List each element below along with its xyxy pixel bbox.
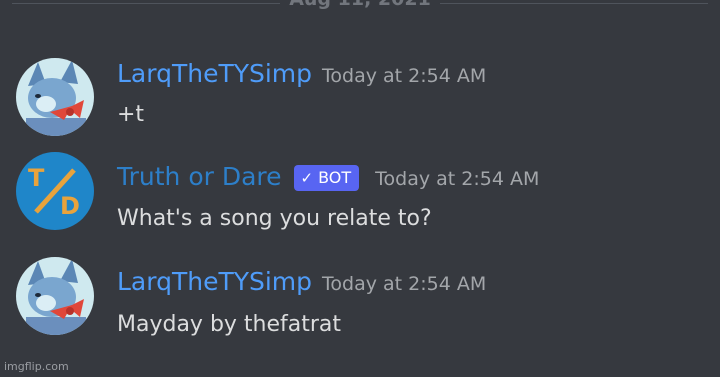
truth-or-dare-logo-icon[interactable]: T D: [16, 152, 94, 230]
message-item: LarqTheTYSimp Today at 2:54 AM +t: [0, 45, 720, 145]
timestamp[interactable]: Today at 2:54 AM: [322, 65, 486, 87]
verified-check-icon: ✓: [300, 168, 314, 187]
bot-username[interactable]: Truth or Dare: [117, 162, 282, 191]
bot-badge: ✓ BOT: [293, 164, 360, 191]
message-header: Truth or Dare ✓ BOT Today at 2:54 AM: [117, 162, 539, 191]
date-divider: Aug 11, 2021: [0, 0, 720, 16]
message-header: LarqTheTYSimp Today at 2:54 AM: [117, 59, 486, 88]
divider-line-right: [440, 3, 708, 4]
husky-avatar-icon[interactable]: [16, 257, 94, 335]
message-content: +t: [117, 102, 145, 127]
divider-line-left: [12, 3, 280, 4]
logo-d: D: [60, 192, 80, 220]
message-item: LarqTheTYSimp Today at 2:54 AM Mayday by …: [0, 255, 720, 355]
message-content: What's a song you relate to?: [117, 206, 432, 231]
husky-avatar-icon[interactable]: [16, 58, 94, 136]
date-divider-label: Aug 11, 2021: [282, 0, 438, 10]
timestamp[interactable]: Today at 2:54 AM: [322, 273, 486, 295]
bot-badge-label: BOT: [318, 167, 352, 187]
logo-t: T: [28, 164, 45, 192]
imgflip-watermark: imgflip.com: [4, 360, 69, 373]
message-content: Mayday by thefatrat: [117, 312, 342, 337]
message-item: T D Truth or Dare ✓ BOT Today at 2:54 AM Wh…: [0, 150, 720, 250]
timestamp[interactable]: Today at 2:54 AM: [375, 168, 539, 190]
username[interactable]: LarqTheTYSimp: [117, 267, 312, 296]
username[interactable]: LarqTheTYSimp: [117, 59, 312, 88]
message-header: LarqTheTYSimp Today at 2:54 AM: [117, 267, 486, 296]
